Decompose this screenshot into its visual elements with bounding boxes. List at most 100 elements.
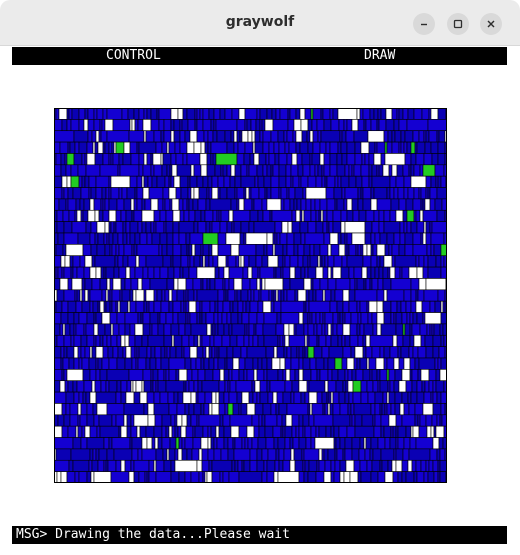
placed-cell [348, 175, 357, 188]
placed-cell [62, 323, 66, 336]
placed-cell [258, 153, 267, 166]
placed-cell [89, 369, 97, 382]
placed-cell [366, 380, 374, 393]
placed-cell [186, 244, 190, 257]
placed-cell [136, 244, 160, 257]
placed-cell [134, 187, 138, 200]
placed-cell [403, 141, 408, 154]
placed-cell [182, 391, 192, 404]
placed-cell [263, 369, 268, 382]
placed-cell [296, 198, 302, 211]
placed-cell [359, 459, 368, 472]
placed-cell [188, 300, 197, 313]
placed-cell [228, 209, 234, 222]
placed-cell [163, 369, 167, 382]
placed-cell [391, 255, 396, 268]
placed-cell [204, 369, 214, 382]
placed-cell [315, 289, 324, 302]
placed-cell [97, 357, 103, 370]
placed-cell [351, 232, 366, 245]
placed-cell [251, 266, 259, 279]
placed-cell [243, 334, 250, 347]
placed-cell [252, 391, 258, 404]
placed-cell [416, 141, 426, 154]
placed-cell [168, 300, 174, 313]
placed-cell [331, 369, 339, 382]
placed-cell [236, 130, 241, 143]
placed-cell [106, 108, 123, 120]
placed-cell [383, 209, 391, 222]
close-button[interactable] [480, 13, 502, 35]
placed-cell [201, 459, 210, 472]
placed-cell [283, 198, 291, 211]
placed-cell [280, 198, 285, 211]
placed-cell [127, 255, 137, 268]
placed-cell [400, 141, 405, 154]
placed-cell [128, 334, 136, 347]
placed-cell [103, 300, 107, 313]
placed-cell [151, 175, 158, 188]
placed-cell [197, 380, 203, 393]
placed-cell [367, 312, 373, 325]
placed-cell [437, 141, 446, 154]
placed-cell [124, 278, 132, 291]
placed-cell [401, 391, 409, 404]
placed-cell [240, 164, 248, 177]
placed-cell [185, 380, 190, 393]
placed-cell [106, 448, 115, 461]
placed-cell [139, 391, 148, 404]
placed-cell [174, 448, 179, 461]
placed-cell [148, 459, 155, 472]
placed-cell [83, 119, 89, 132]
placed-cell [428, 380, 434, 393]
placed-cell [213, 119, 217, 132]
placed-cell [335, 437, 341, 450]
placed-cell [120, 425, 128, 438]
placed-cell [170, 323, 180, 336]
placed-cell [89, 266, 97, 279]
placed-cell [158, 108, 172, 120]
minimize-button[interactable] [413, 13, 435, 35]
placed-cell [232, 346, 242, 359]
placed-cell [389, 209, 397, 222]
placed-cell [316, 323, 323, 336]
placed-cell [111, 437, 131, 450]
placed-cell [263, 312, 278, 325]
placed-cell [398, 108, 404, 120]
placed-cell [279, 108, 289, 120]
placed-cell [262, 300, 272, 313]
placed-cell [78, 312, 88, 325]
placed-cell [80, 187, 90, 200]
placed-cell [277, 130, 285, 143]
placed-cell [232, 300, 239, 313]
placed-cell [313, 346, 323, 359]
placed-cell [174, 425, 179, 438]
placed-cell [218, 391, 225, 404]
drawing-canvas[interactable] [12, 65, 507, 526]
placed-cell [185, 312, 189, 325]
menu-control[interactable]: CONTROL [106, 47, 161, 65]
placed-cell [370, 255, 378, 268]
maximize-button[interactable] [447, 13, 469, 35]
placed-cell [220, 448, 229, 461]
title-bar[interactable]: graywolf [0, 0, 520, 46]
placed-cell [193, 289, 198, 302]
placed-cell [416, 312, 424, 325]
placed-cell [152, 380, 157, 393]
placed-cell [165, 369, 170, 382]
placed-cell [163, 221, 167, 234]
placed-cell [406, 221, 412, 234]
placed-cell [219, 187, 228, 200]
menu-draw[interactable]: DRAW [364, 47, 395, 65]
placed-cell [308, 380, 326, 393]
placed-cell [123, 244, 133, 257]
placed-cell [347, 403, 352, 416]
placed-cell [132, 380, 137, 393]
placed-cell [397, 346, 402, 359]
placed-cell [133, 209, 143, 222]
placed-cell [211, 346, 216, 359]
placed-cell [320, 130, 341, 143]
placed-cell [371, 164, 378, 177]
placed-cell [388, 164, 393, 177]
placed-cell [290, 164, 299, 177]
